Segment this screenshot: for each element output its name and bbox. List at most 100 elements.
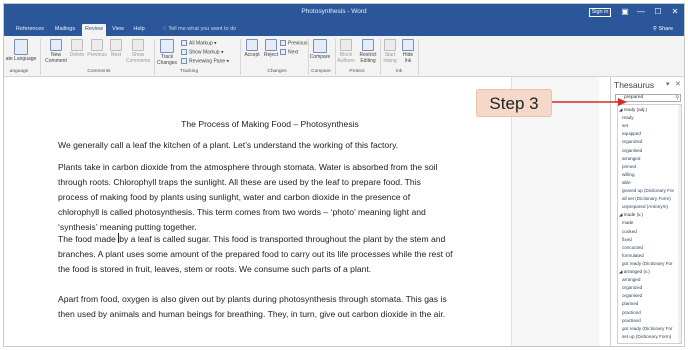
synonym-item[interactable]: set: [622, 123, 628, 128]
synonym-item[interactable]: concocted: [622, 245, 643, 250]
group-label-compare: Compare: [311, 69, 331, 74]
pane-options-icon[interactable]: ▾: [666, 80, 670, 88]
delete-comment-label: Delete: [69, 52, 85, 58]
close-pane-icon[interactable]: ✕: [675, 80, 681, 88]
synonym-item[interactable]: organized: [622, 285, 642, 290]
show-comments-icon: [132, 39, 144, 51]
tell-me-text: Tell me what you want to do: [168, 26, 237, 32]
delete-comment-button[interactable]: Delete: [68, 39, 86, 58]
show-markup-label: Show Markup: [189, 49, 220, 56]
synonym-item[interactable]: organised: [622, 293, 642, 298]
reject-button[interactable]: Reject: [262, 39, 280, 58]
block-authors-button[interactable]: Block Authors: [335, 39, 357, 64]
group-divider: [418, 39, 419, 75]
next-change-icon: [280, 49, 286, 55]
sign-in-button[interactable]: Sign in: [589, 8, 611, 17]
synonym-item[interactable]: formulated: [622, 253, 644, 258]
next-comment-button[interactable]: Next: [108, 39, 124, 58]
synonym-group-header[interactable]: ◢ arranged (v.): [619, 269, 650, 275]
ribbon-display-icon[interactable]: ▣: [618, 6, 632, 18]
new-comment-icon: [50, 39, 62, 51]
synonym-item[interactable]: able: [622, 180, 631, 185]
document-page[interactable]: The Process of Making Food – Photosynthe…: [40, 77, 500, 346]
compare-label: Compare: [309, 54, 331, 60]
tab-mailings[interactable]: Mailings: [53, 24, 77, 36]
scrollbar[interactable]: [678, 105, 681, 343]
synonym-item[interactable]: unprepared (Antonym): [622, 204, 668, 209]
synonym-item[interactable]: arranged: [622, 277, 640, 282]
track-changes-icon: [160, 39, 174, 53]
previous-change-button[interactable]: Previous: [280, 40, 307, 46]
reviewing-pane-label: Reviewing Pane: [189, 58, 226, 65]
previous-comment-label: Previous: [87, 52, 107, 58]
previous-comment-button[interactable]: Previous: [86, 39, 108, 58]
synonym-item[interactable]: set up (Dictionary Form): [622, 334, 671, 339]
group-label-ink: Ink: [395, 69, 403, 74]
synonym-item[interactable]: arranged: [622, 156, 640, 161]
synonym-item[interactable]: ready: [622, 115, 634, 120]
synonym-item[interactable]: cooked: [622, 229, 637, 234]
reviewing-pane-dropdown[interactable]: Reviewing Pane ▾: [181, 58, 229, 64]
synonym-item[interactable]: all set (Dictionary Form): [622, 196, 671, 201]
search-icon[interactable]: ⚲: [675, 95, 679, 101]
block-authors-label: Block Authors: [337, 52, 355, 64]
next-comment-label: Next: [110, 52, 122, 58]
page-margin: [511, 77, 599, 346]
next-change-button[interactable]: Next: [280, 49, 298, 55]
reject-icon: [265, 39, 277, 51]
hide-ink-label: Hide Ink: [402, 52, 414, 64]
share-button[interactable]: ⚲ Share: [649, 24, 677, 36]
callout-arrow: [552, 98, 627, 106]
paragraph-4: Apart from food, oxygen is also given ou…: [58, 294, 447, 319]
show-markup-dropdown[interactable]: Show Markup ▾: [181, 49, 223, 55]
tab-help[interactable]: Help: [131, 24, 147, 36]
synonym-item[interactable]: practised: [622, 318, 641, 323]
show-comments-button[interactable]: Show Comments: [125, 39, 151, 64]
synonym-item[interactable]: fixed: [622, 237, 632, 242]
share-label: Share: [658, 26, 674, 32]
delete-comment-icon: [71, 39, 83, 51]
language-button[interactable]: ate Language: [4, 39, 38, 62]
minimize-button[interactable]: —: [634, 6, 648, 18]
synonym-item[interactable]: got ready (Dictionary For: [622, 261, 673, 266]
synonym-item[interactable]: made: [622, 220, 634, 225]
all-markup-dropdown[interactable]: All Markup ▾: [181, 40, 217, 46]
synonym-item[interactable]: organized: [622, 139, 642, 144]
close-button[interactable]: ✕: [668, 6, 682, 18]
document-area: The Process of Making Food – Photosynthe…: [4, 77, 684, 346]
accept-label: Accept: [244, 52, 260, 58]
tab-view[interactable]: View: [110, 24, 126, 36]
tab-review[interactable]: Review: [82, 24, 106, 36]
thesaurus-pane: Thesaurus ▾ ✕ prepared ⚲ ◢ ready (adj.) re…: [610, 77, 684, 346]
restrict-editing-label: Restrict Editing: [359, 52, 377, 64]
compare-button[interactable]: Compare: [308, 39, 332, 60]
synonym-item[interactable]: willing: [622, 172, 635, 177]
compare-icon: [313, 39, 327, 53]
restrict-editing-button[interactable]: Restrict Editing: [357, 39, 379, 64]
tab-references[interactable]: References: [14, 24, 46, 36]
step-callout: Step 3: [476, 89, 552, 117]
hide-ink-button[interactable]: Hide Ink: [400, 39, 416, 64]
synonym-item[interactable]: equipped: [622, 131, 641, 136]
synonym-item[interactable]: geared up (Dictionary For: [622, 188, 674, 193]
paragraph-2: Plants take in carbon dioxide from the a…: [58, 162, 438, 232]
synonym-item[interactable]: practiced: [622, 310, 641, 315]
synonym-item[interactable]: organised: [622, 148, 642, 153]
start-inking-button[interactable]: Start Inking: [380, 39, 400, 64]
synonym-item[interactable]: primed: [622, 164, 636, 169]
previous-comment-icon: [91, 39, 103, 51]
show-comments-label: Show Comments: [125, 52, 151, 64]
accept-button[interactable]: Accept: [242, 39, 262, 58]
next-comment-icon: [110, 39, 122, 51]
maximize-button[interactable]: ☐: [651, 6, 665, 18]
new-comment-button[interactable]: New Comment: [44, 39, 68, 64]
synonym-item[interactable]: got ready (Dictionary For: [622, 326, 673, 331]
language-icon: [14, 39, 28, 55]
hide-ink-icon: [402, 39, 414, 51]
synonym-item[interactable]: planned: [622, 301, 638, 306]
track-changes-button[interactable]: Track Changes: [155, 39, 179, 66]
thesaurus-title: Thesaurus: [614, 80, 655, 90]
synonym-group-header[interactable]: ◢ made (v.): [619, 212, 643, 218]
accept-icon: [246, 39, 258, 51]
tell-me-search[interactable]: ♢ Tell me what you want to do: [162, 24, 236, 35]
